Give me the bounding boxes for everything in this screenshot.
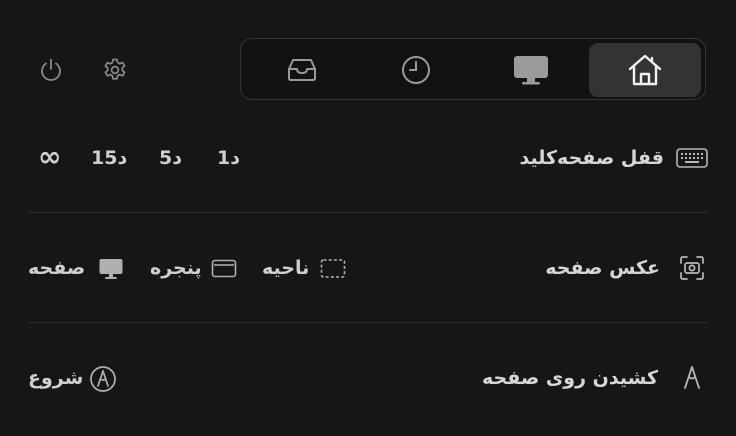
window-icon (211, 258, 237, 280)
monitor-small-icon (98, 257, 124, 281)
tab-inbox[interactable] (246, 43, 358, 97)
divider (28, 212, 708, 213)
screenshot-screen-label: صفحه (28, 257, 86, 279)
monitor-icon (512, 54, 550, 86)
camera-icon (679, 255, 705, 281)
screenshot-screen-button[interactable]: صفحه (28, 256, 126, 282)
screenshot-window-button[interactable]: پنجره (150, 256, 238, 282)
divider (28, 322, 708, 323)
power-icon[interactable] (38, 57, 64, 83)
gear-icon[interactable] (102, 57, 128, 83)
pen-circle-icon (89, 365, 117, 393)
keyboard-icon (676, 147, 708, 169)
keyboard-lock-label: قفل صفحه‌کلید (519, 147, 664, 169)
clock-icon (400, 54, 432, 86)
control-panel: قفل صفحه‌کلید 1د 5د 15د ∞ عکس صفحه ناحیه (0, 0, 736, 436)
inbox-tray-icon (284, 56, 320, 84)
draw-on-screen-label: کشیدن روی صفحه (482, 367, 658, 389)
screenshot-label: عکس صفحه (545, 257, 660, 279)
duration-5d-button[interactable]: 5د (159, 146, 182, 170)
dashed-region-icon (320, 258, 346, 280)
tab-display[interactable] (475, 43, 587, 97)
home-icon (627, 53, 663, 87)
screenshot-region-label: ناحیه (262, 257, 310, 279)
screenshot-window-label: پنجره (150, 257, 202, 279)
tab-home[interactable] (589, 43, 701, 97)
screenshot-region-button[interactable]: ناحیه (262, 256, 347, 282)
pen-nib-icon (681, 365, 703, 391)
duration-15d-button[interactable]: 15د (91, 146, 127, 170)
tab-history[interactable] (360, 43, 472, 97)
draw-start-label: شروع (28, 367, 84, 389)
main-tab-bar (240, 38, 706, 100)
duration-infinite-button[interactable]: ∞ (38, 142, 61, 172)
draw-start-button[interactable]: شروع (28, 365, 120, 393)
duration-1d-button[interactable]: 1د (217, 146, 240, 170)
